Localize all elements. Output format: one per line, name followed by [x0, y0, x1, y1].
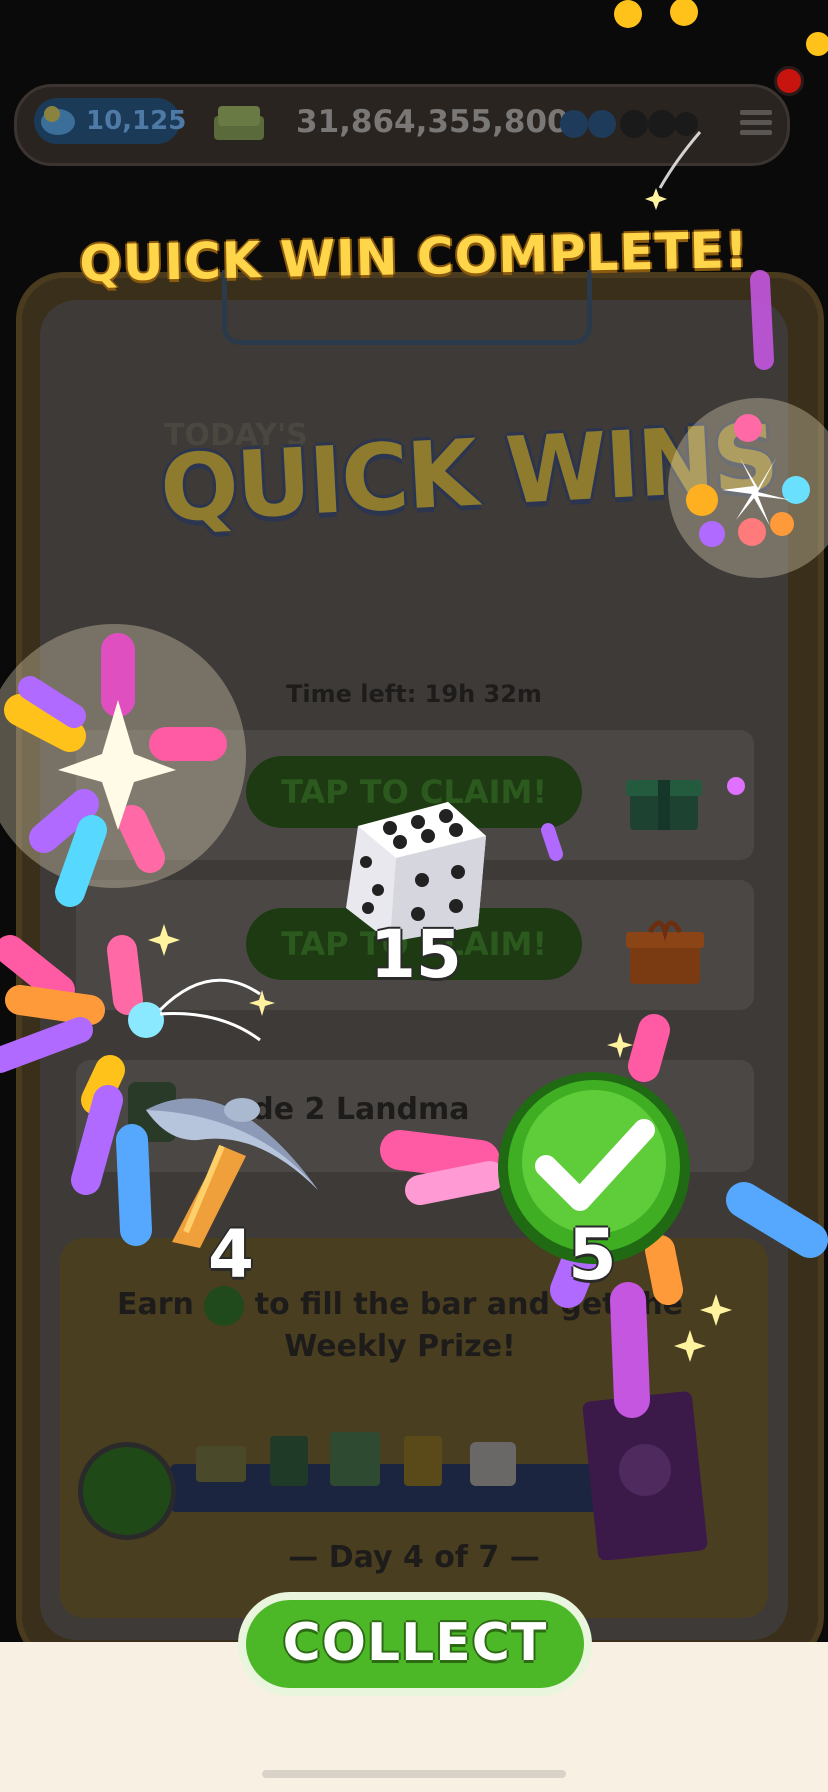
dice-count: 15: [370, 916, 462, 993]
pickaxe-count: 4: [208, 1216, 254, 1293]
checkmark-count: 5: [568, 1214, 617, 1296]
collect-button[interactable]: COLLECT: [238, 1592, 592, 1696]
home-indicator: [262, 1770, 566, 1778]
